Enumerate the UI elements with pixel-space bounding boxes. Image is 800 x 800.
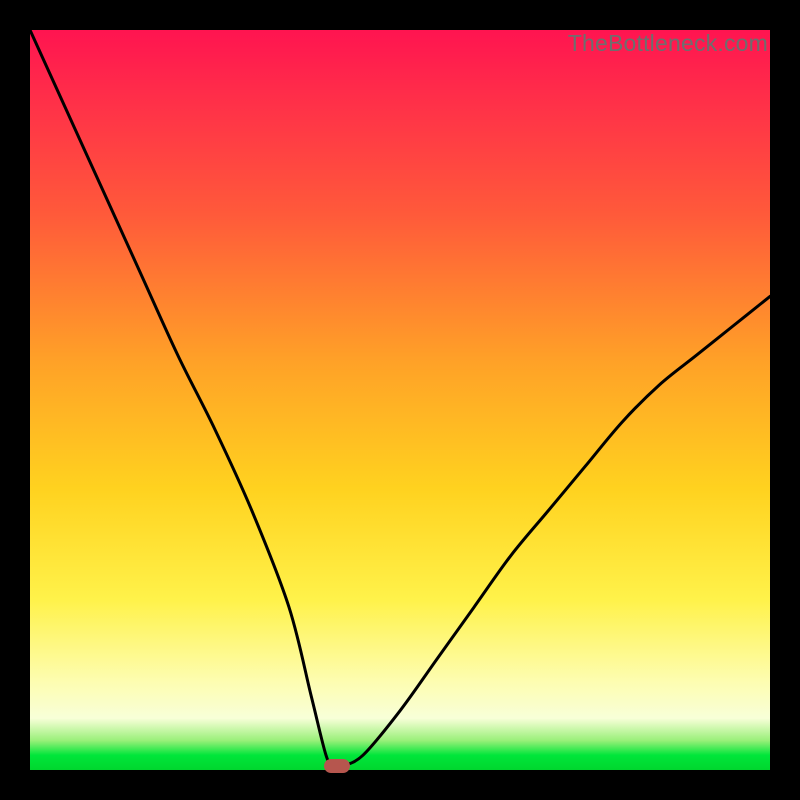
optimum-marker	[324, 759, 350, 773]
chart-plot-area	[30, 30, 770, 770]
watermark-text: TheBottleneck.com	[568, 30, 768, 57]
curve-path	[30, 30, 770, 768]
bottleneck-curve	[30, 30, 770, 770]
chart-frame: TheBottleneck.com	[0, 0, 800, 800]
